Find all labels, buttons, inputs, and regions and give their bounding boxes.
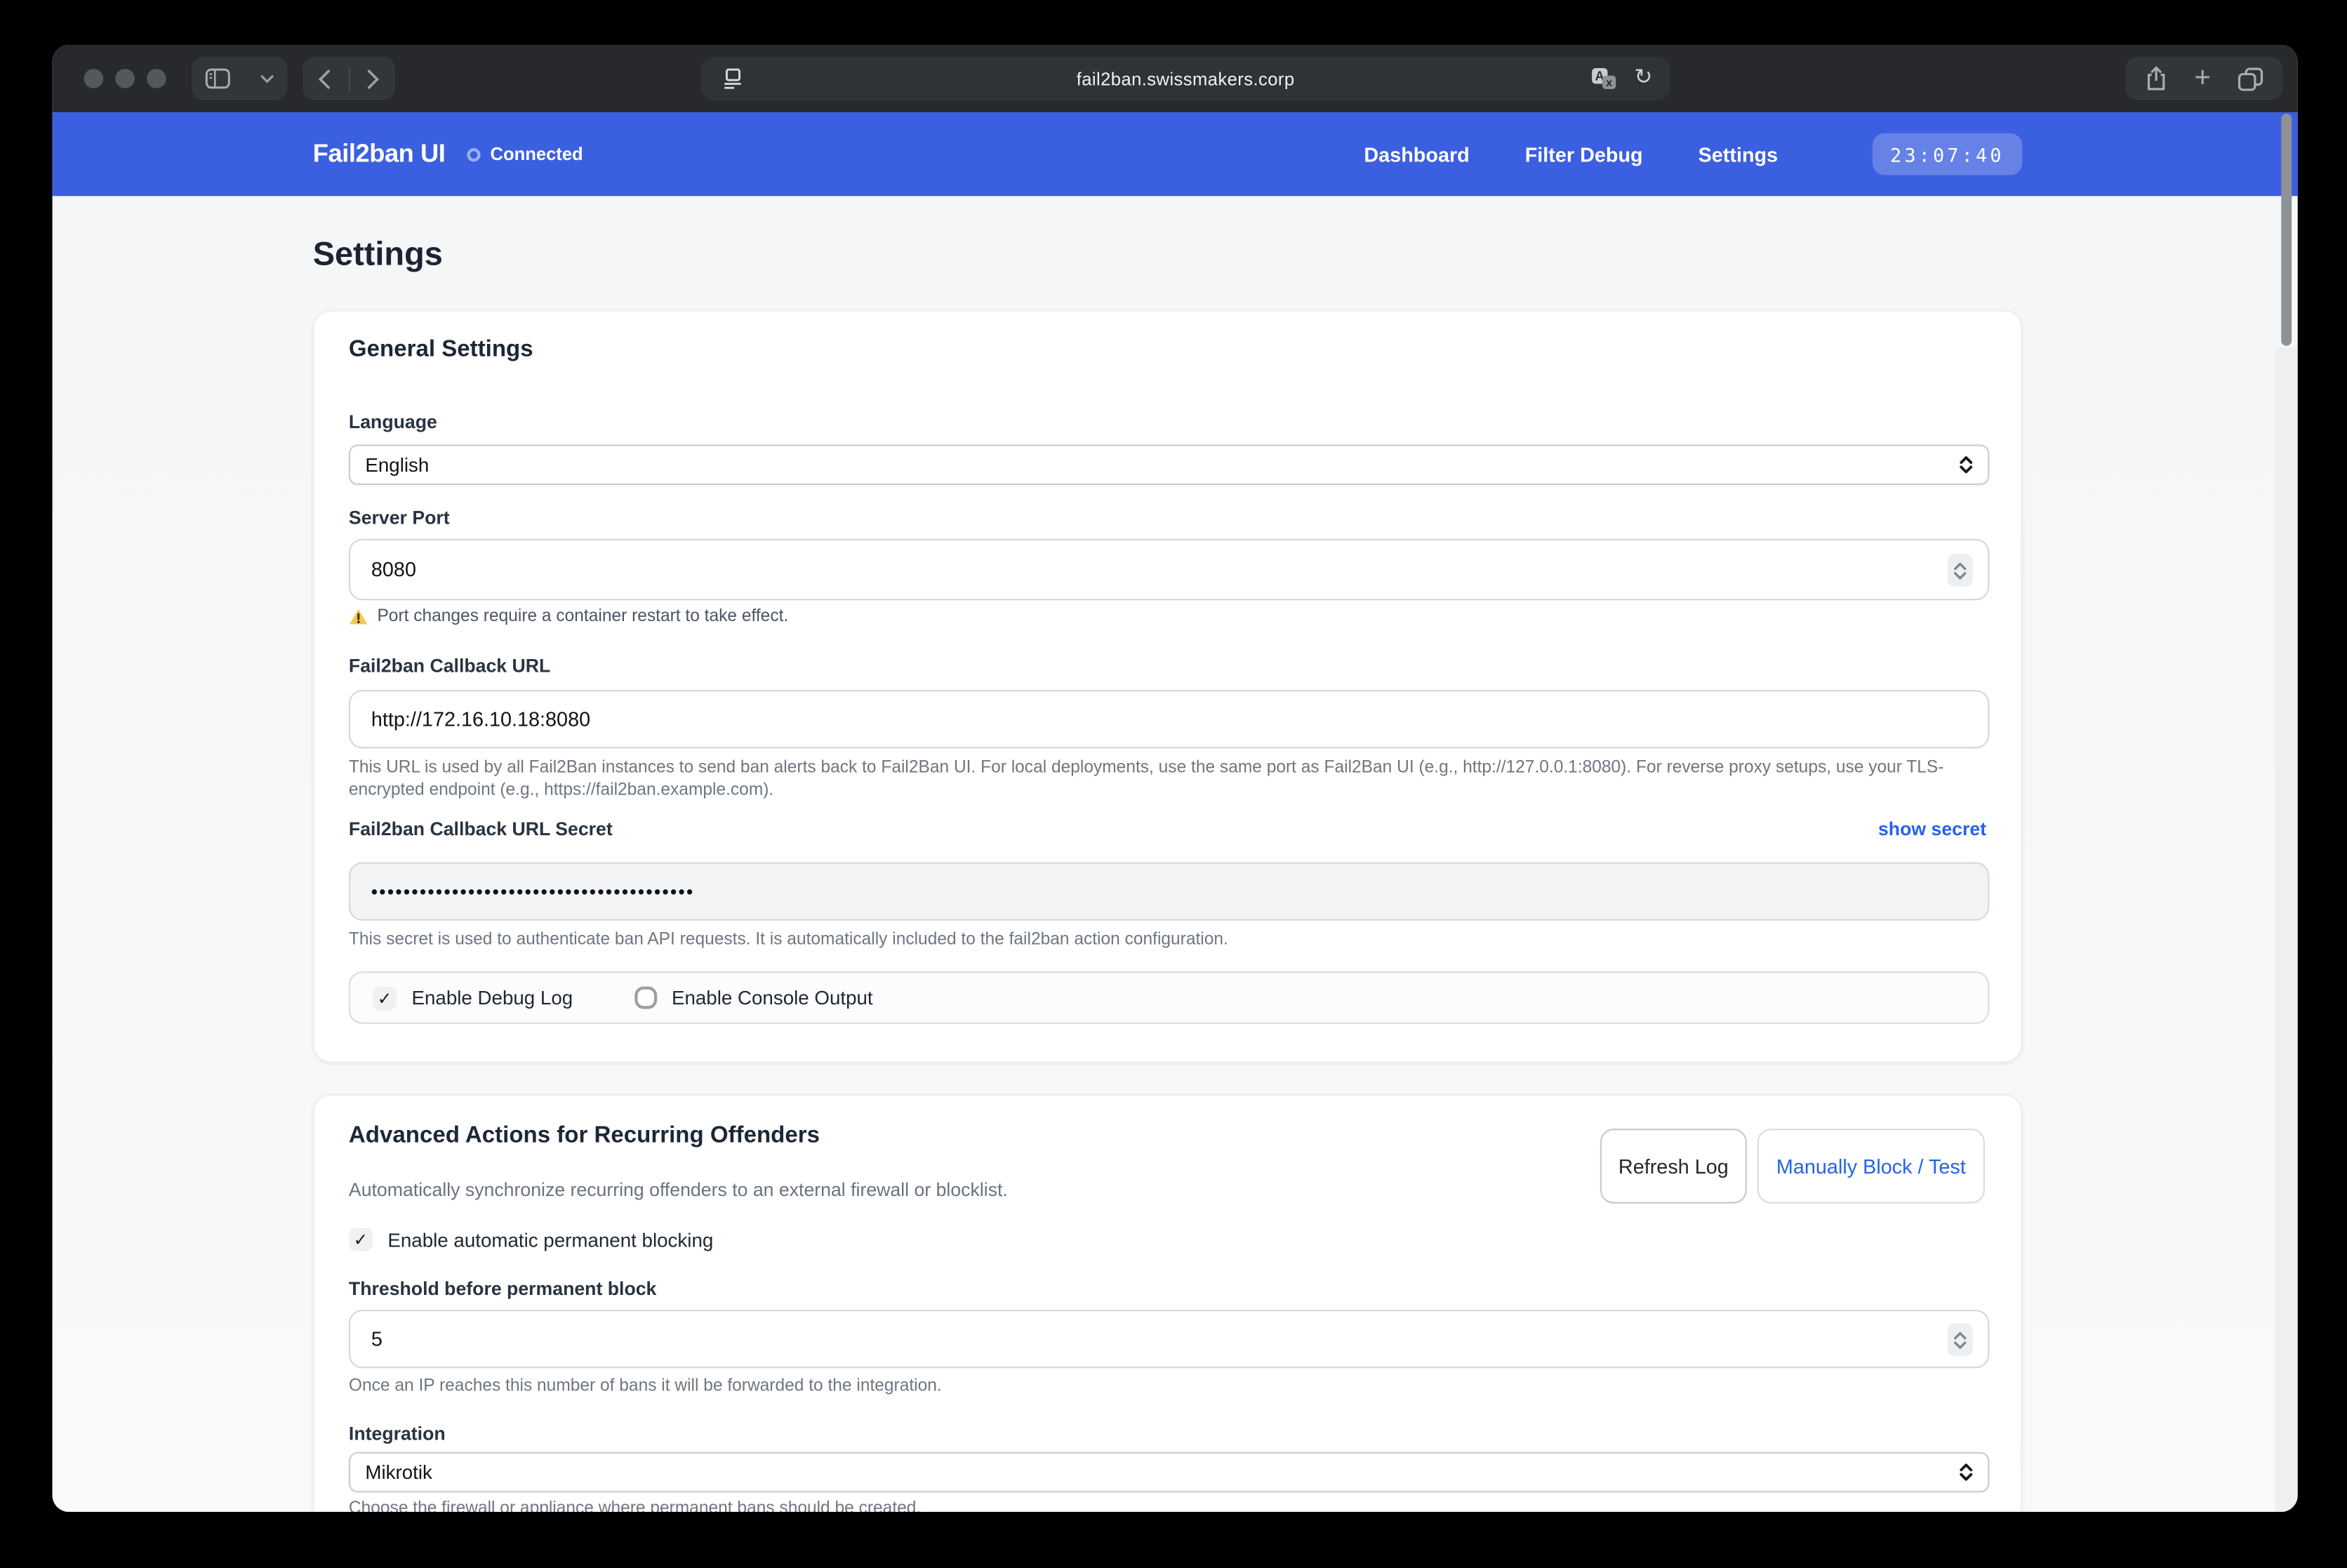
forward-icon[interactable] [367,68,380,89]
language-label: Language [349,411,437,432]
nav-links: Dashboard Filter Debug Settings 23:07:40 [1364,133,2022,175]
browser-toolbar: fail2ban.swissmakers.corp A x ↻ [53,45,2298,112]
app-brand: Fail2ban UI [313,139,446,169]
language-value: English [365,453,429,476]
manually-block-test-button[interactable]: Manually Block / Test [1757,1129,1985,1204]
language-select[interactable]: English [349,444,1989,485]
integration-label: Integration [349,1423,446,1444]
translate-icon[interactable]: A x [1591,67,1616,90]
reload-icon[interactable]: ↻ [1635,68,1653,90]
console-output-label: Enable Console Output [672,986,873,1009]
checkbox-unchecked-icon[interactable] [634,986,657,1009]
scrollbar-thumb[interactable] [2281,114,2292,346]
history-nav-controls [302,57,395,100]
number-spinner-icon[interactable] [1948,554,1973,587]
secret-input[interactable] [349,862,1989,920]
refresh-log-button[interactable]: Refresh Log [1600,1129,1747,1204]
nav-item-settings[interactable]: Settings [1698,143,1778,166]
tab-overview-icon[interactable] [2238,67,2263,91]
integration-select[interactable]: Mikrotik [349,1452,1989,1493]
auto-block-label: Enable automatic permanent blocking [387,1228,713,1251]
sidebar-toggle-icon[interactable] [205,67,230,90]
svg-text:x: x [1606,77,1612,89]
advanced-actions-card: Advanced Actions for Recurring Offenders… [313,1094,2023,1512]
secret-help: This secret is used to authenticate ban … [349,929,1989,952]
status-ring-icon [466,147,479,161]
select-stepper-icon [1960,1463,1973,1482]
app-navbar: Fail2ban UI Connected Dashboard Filter D… [53,112,2298,196]
port-warning: Port changes require a container restart… [349,608,788,626]
url-text: fail2ban.swissmakers.corp [700,68,1670,89]
integration-value: Mikrotik [365,1461,432,1484]
nav-item-dashboard[interactable]: Dashboard [1364,143,1469,166]
debug-log-checkbox[interactable]: ✓ Enable Debug Log [373,985,573,1009]
share-icon[interactable] [2145,66,2167,91]
sidebar-controls [192,57,287,100]
callback-url-help: This URL is used by all Fail2Ban instanc… [349,757,1989,802]
divider [348,67,350,91]
callback-url-input[interactable] [349,690,1989,748]
general-settings-card: General Settings Language English Server… [313,310,2023,1063]
callback-url-label: Fail2ban Callback URL [349,656,550,677]
nav-item-filter-debug[interactable]: Filter Debug [1525,143,1643,166]
clock-badge: 23:07:40 [1873,133,2023,175]
section-title: Advanced Actions for Recurring Offenders [349,1123,820,1150]
page-title: Settings [313,235,443,274]
auto-block-checkbox[interactable]: ✓ Enable automatic permanent blocking [349,1228,713,1251]
zoom-window-button[interactable] [147,69,166,88]
show-secret-link[interactable]: show secret [1878,819,1986,840]
server-port-input[interactable] [349,539,1989,600]
browser-window: fail2ban.swissmakers.corp A x ↻ [53,45,2298,1512]
select-stepper-icon [1960,455,1973,474]
new-tab-icon[interactable]: + [2194,65,2211,93]
threshold-label: Threshold before permanent block [349,1278,656,1299]
connection-status: Connected [466,144,583,165]
debug-log-label: Enable Debug Log [411,986,573,1009]
secret-label: Fail2ban Callback URL Secret [349,819,613,840]
threshold-help: Once an IP reaches this number of bans i… [349,1376,1989,1398]
warning-icon [349,608,368,626]
server-port-label: Server Port [349,507,450,529]
threshold-input[interactable] [349,1310,1989,1368]
page-content: Settings General Settings Language Engli… [53,196,2298,1512]
window-actions: + [2125,57,2282,100]
checkbox-checked-icon[interactable]: ✓ [349,1228,373,1251]
section-title: General Settings [349,337,533,364]
number-spinner-icon[interactable] [1948,1323,1973,1356]
minimize-window-button[interactable] [115,69,135,88]
section-subtitle: Automatically synchronize recurring offe… [349,1180,1008,1201]
log-options-panel: ✓ Enable Debug Log Enable Console Output [349,971,1989,1024]
back-icon[interactable] [317,68,331,89]
close-window-button[interactable] [84,69,103,88]
chevron-down-icon[interactable] [260,74,274,84]
integration-help: Choose the firewall or appliance where p… [349,1499,1989,1512]
console-output-checkbox[interactable]: Enable Console Output [634,986,873,1009]
address-bar[interactable]: fail2ban.swissmakers.corp A x ↻ [700,57,1670,100]
screen: fail2ban.swissmakers.corp A x ↻ [0,0,2347,1568]
scrollbar-track[interactable] [2275,347,2298,1512]
port-warning-text: Port changes require a container restart… [377,608,788,626]
checkbox-checked-icon[interactable]: ✓ [373,985,397,1009]
status-label: Connected [490,144,583,165]
